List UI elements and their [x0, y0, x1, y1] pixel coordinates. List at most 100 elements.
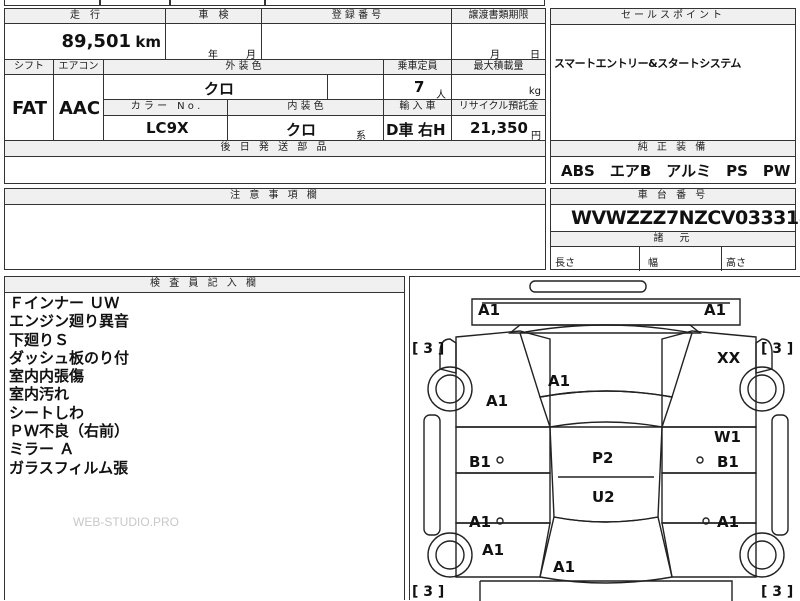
damage-door-front-right: B1: [717, 453, 739, 471]
caution-header: 注 意 事 項 欄: [5, 189, 545, 205]
note-line: ガラスフィルム張: [9, 458, 129, 477]
equipment-header: 純 正 装 備: [551, 141, 795, 157]
tire-rear-right: [ 3 ]: [761, 584, 794, 600]
sales-point-box: セールスポイント スマートエントリー&スタートシステム: [550, 8, 796, 141]
damage-door-front-left: B1: [469, 453, 491, 471]
damage-front-right: A1: [704, 301, 727, 319]
tire-front-right: [ 3 ]: [761, 341, 794, 357]
color-number-value: LC9X: [146, 119, 189, 137]
parts-box: 後 日 発 送 部 品: [4, 141, 546, 184]
inspection-cell: 年 月: [166, 24, 262, 61]
mileage-unit: km: [135, 33, 161, 51]
chassis-box: 車 台 番 号 WVWZZZ7NZCV033318 諸 元 長さ 幅 高さ: [550, 188, 800, 271]
damage-front-left: A1: [478, 301, 501, 319]
exterior-color-value: クロ: [204, 80, 235, 98]
recycle-fee-header: リサイクル預託金: [452, 100, 546, 116]
top-strip-4: [265, 0, 545, 6]
inspection-header: 車 検: [166, 8, 262, 24]
capacity-header: 乗車定員: [384, 60, 452, 75]
ac-value: AAC: [59, 98, 101, 119]
recycle-fee-cell: 21,350 円: [452, 116, 546, 142]
transfer-deadline-cell: 月 日: [452, 24, 546, 61]
width-label: 幅: [648, 258, 658, 269]
damage-door-front-right-w: W1: [714, 428, 741, 446]
inspector-header: 検 査 員 記 入 欄: [5, 277, 404, 293]
dimensions-row: 長さ 幅 高さ: [551, 247, 795, 271]
registration-header: 登 録 番 号: [262, 8, 452, 24]
interior-color-value: クロ: [286, 121, 317, 139]
transfer-month-unit: 月: [490, 50, 500, 61]
tire-front-left: [ 3 ]: [412, 341, 445, 357]
note-line: ダッシュ板のり付: [9, 348, 130, 367]
registration-cell: [262, 24, 452, 60]
recycle-fee-unit: 円: [531, 131, 541, 142]
tire-front-right-value: 3: [772, 341, 783, 357]
damage-roof: P2: [592, 449, 614, 467]
equipment-box: 純 正 装 備 ABS エアB アルミ PS PW: [550, 141, 796, 184]
import-cell: D車 右H: [384, 116, 452, 141]
capacity-unit: 人: [436, 90, 446, 101]
chassis-number: WVWZZZ7NZCV033318: [571, 207, 800, 229]
shift-cell: FAT: [4, 75, 54, 141]
damage-quarter-left: A1: [482, 541, 505, 559]
chassis-header: 車 台 番 号: [551, 189, 795, 205]
top-strip-1: [4, 0, 100, 6]
note-line: ＰＷ不良（右前）: [9, 422, 130, 441]
note-line: 下廻りＳ: [9, 330, 70, 349]
top-strip-2: [100, 0, 170, 6]
tire-rear-right-value: 3: [772, 584, 783, 600]
tire-rear-left-value: 3: [423, 584, 434, 600]
note-line: シートしわ: [9, 403, 85, 422]
sales-point-text: スマートエントリー&スタートシステム: [554, 57, 741, 70]
note-line: ミラー Ａ: [9, 440, 75, 459]
transfer-deadline-header: 譲渡書類期限: [452, 8, 546, 24]
note-line: エンジン廻り異音: [9, 312, 130, 331]
shift-header: シフト: [4, 60, 54, 75]
interior-color-header: 内 装 色: [228, 100, 384, 116]
car-diagram-box: A1 A1 A1 A1 XX B1 W1 B1 P2 U2 A1 A1 A1 A…: [409, 276, 800, 601]
damage-roof-rear: U2: [592, 488, 615, 506]
car-outline: [423, 280, 789, 601]
top-strip-3: [170, 0, 265, 6]
height-label: 高さ: [726, 258, 746, 269]
damage-door-rear-left: A1: [469, 513, 492, 531]
color-number-cell: LC9X: [104, 116, 228, 141]
note-line: Ｆインナー ＵＷ: [9, 294, 120, 312]
transfer-day-unit: 日: [530, 50, 540, 61]
watermark: WEB-STUDIO.PRO: [73, 515, 180, 529]
interior-color-cell: クロ 系: [228, 116, 384, 142]
dimensions-header: 諸 元: [551, 231, 795, 247]
equipment-value: ABS エアB アルミ PS PW: [561, 162, 791, 180]
capacity-value: 7: [414, 78, 425, 96]
inspector-notes: Ｆインナー ＵＷ エンジン廻り異音 下廻りＳ ダッシュ板のり付 室内内張傷 室内…: [9, 294, 129, 477]
max-load-cell: kg: [452, 75, 546, 100]
height-cell: 高さ: [722, 247, 797, 271]
recycle-fee-value: 21,350: [470, 119, 528, 137]
note-line: 室内汚れ: [9, 385, 70, 404]
damage-hood: A1: [548, 372, 571, 390]
mileage-cell: 89,501 km: [4, 24, 166, 60]
import-header: 輸 入 車: [384, 100, 452, 116]
mileage-value: 89,501: [61, 31, 131, 52]
note-line: 室内内張傷: [9, 367, 85, 386]
handle-value: 右H: [418, 121, 446, 139]
shift-value: FAT: [12, 98, 48, 119]
interior-color-unit: 系: [356, 131, 366, 142]
import-value: D車: [386, 121, 414, 139]
caution-box: 注 意 事 項 欄: [4, 188, 546, 270]
inspection-year-unit: 年: [208, 50, 218, 61]
mileage-header: 走 行: [4, 8, 166, 24]
tire-front-left-value: 3: [423, 341, 434, 357]
tire-rear-left: [ 3 ]: [412, 584, 445, 600]
ac-cell: AAC: [54, 75, 104, 141]
capacity-cell: 7 人: [384, 75, 452, 101]
exterior-color-header: 外 装 色: [104, 60, 384, 75]
damage-fender-right: XX: [717, 349, 741, 367]
parts-header: 後 日 発 送 部 品: [5, 141, 545, 157]
color-number-header: カ ラ ー N o .: [104, 100, 228, 116]
damage-trunk: A1: [553, 558, 576, 576]
damage-fender-left: A1: [486, 392, 509, 410]
damage-door-rear-right: A1: [717, 513, 740, 531]
max-load-header: 最大積載量: [452, 60, 546, 75]
max-load-unit: kg: [528, 86, 541, 97]
